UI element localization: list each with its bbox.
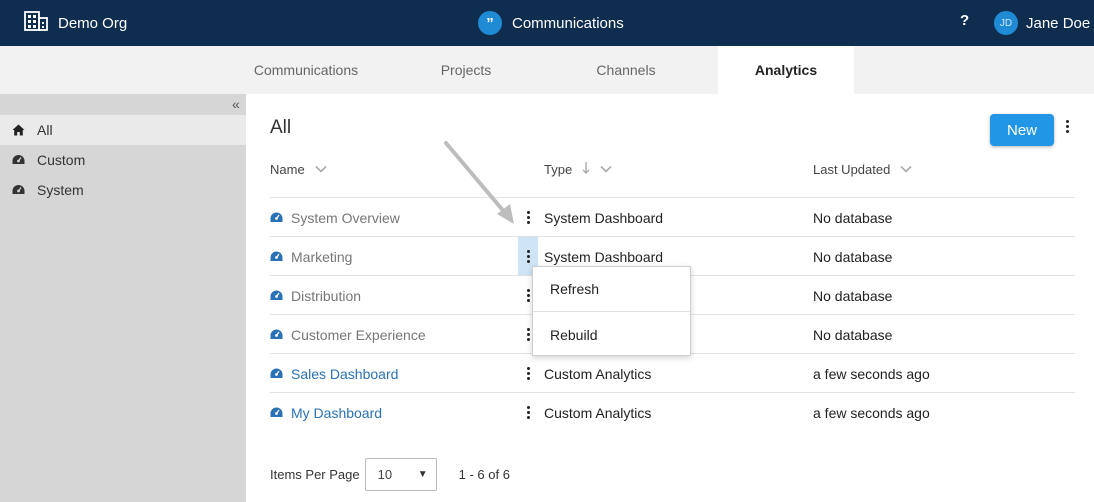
annotation-arrow-icon (444, 141, 514, 224)
